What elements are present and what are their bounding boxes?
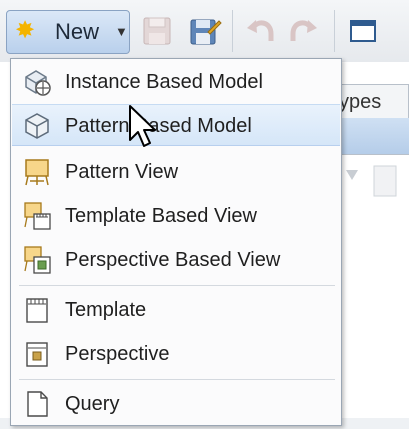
template-icon — [26, 298, 48, 323]
menu-item-perspective-based-view[interactable]: Perspective Based View — [12, 239, 340, 281]
query-icon — [27, 391, 48, 417]
menu-item-instance-based-model[interactable]: Instance Based Model — [12, 61, 340, 103]
document-icon — [373, 165, 397, 197]
menu-item-label: Template Based View — [65, 205, 257, 227]
menu-item-pattern-based-model[interactable]: Pattern Based Model — [12, 104, 340, 146]
perspective-view-icon — [24, 246, 51, 274]
toolbar-separator — [334, 10, 335, 52]
template-view-icon — [24, 202, 51, 230]
pattern-model-icon — [25, 113, 49, 139]
menu-item-label: Template — [65, 299, 147, 321]
tab-types-label: ypes — [339, 91, 382, 113]
menu-item-label: Instance Based Model — [65, 71, 263, 93]
filter-icon — [346, 170, 358, 180]
undo-icon[interactable] — [244, 14, 278, 48]
menu-item-perspective[interactable]: Perspective — [12, 333, 340, 375]
perspective-icon — [26, 342, 48, 367]
menu-item-template-based-view[interactable]: Template Based View — [12, 195, 340, 237]
chevron-down-icon: ▼ — [115, 24, 128, 39]
toolbar: ✸ New ▼ — [0, 0, 409, 62]
menu-separator — [19, 285, 335, 286]
menu-item-label: Perspective Based View — [65, 249, 281, 271]
save-icon[interactable] — [140, 14, 174, 48]
window-icon[interactable] — [346, 14, 380, 48]
menu-item-label: Query — [65, 393, 120, 415]
new-dropdown-menu: Instance Based Model Pattern Based Model… — [10, 58, 342, 426]
menu-item-label: Perspective — [65, 343, 170, 365]
menu-item-pattern-view[interactable]: Pattern View — [12, 151, 340, 193]
pattern-view-icon — [25, 159, 49, 186]
menu-item-label: Pattern View — [65, 161, 179, 183]
tab-types[interactable]: ypes — [332, 84, 409, 118]
save-as-icon[interactable] — [188, 14, 222, 48]
mouse-cursor-icon — [129, 105, 156, 147]
menu-item-query[interactable]: Query — [12, 383, 340, 425]
menu-separator — [19, 379, 335, 380]
panel-toolbar — [346, 165, 397, 197]
new-button-label: New — [55, 19, 100, 44]
instance-model-icon — [25, 70, 51, 96]
menu-item-template[interactable]: Template — [12, 289, 340, 331]
toolbar-separator — [232, 10, 233, 52]
redo-icon[interactable] — [286, 14, 320, 48]
new-star-icon: ✸ — [15, 17, 36, 44]
new-button[interactable]: ✸ New ▼ — [6, 10, 130, 54]
